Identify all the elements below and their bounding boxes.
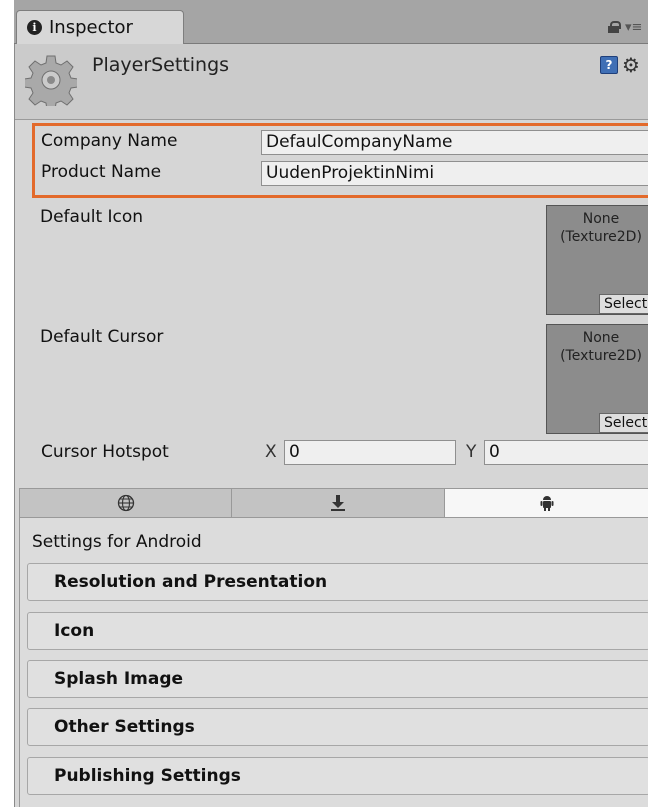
- platform-tabs: [19, 488, 648, 518]
- inspector-panel: PlayerSettings ? ⚙ Company Name DefaulCo…: [14, 44, 648, 807]
- default-icon-slot[interactable]: None (Texture2D) Select: [546, 205, 648, 315]
- android-icon: [540, 496, 553, 511]
- section-other-settings[interactable]: Other Settings: [27, 708, 648, 746]
- menu-icon[interactable]: ▾≡: [625, 21, 642, 34]
- tab-inspector[interactable]: i Inspector: [16, 10, 184, 44]
- product-name-field[interactable]: UudenProjektinNimi: [261, 161, 648, 186]
- default-cursor-slot-text: None (Texture2D): [560, 330, 642, 364]
- section-resolution-and-presentation[interactable]: Resolution and Presentation: [27, 563, 648, 601]
- inspector-window: i Inspector ▾≡ PlayerSettings ? ⚙ Compan…: [0, 0, 648, 807]
- tab-label: Inspector: [49, 17, 133, 38]
- default-icon-slot-text: None (Texture2D): [560, 211, 642, 245]
- help-icon[interactable]: ?: [600, 56, 618, 74]
- tab-tools: ▾≡: [608, 18, 648, 36]
- default-icon-label: Default Icon: [40, 207, 144, 227]
- info-icon: i: [27, 20, 42, 35]
- section-splash-image[interactable]: Splash Image: [27, 660, 648, 698]
- default-icon-select-button[interactable]: Select: [599, 294, 648, 314]
- section-publishing-settings[interactable]: Publishing Settings: [27, 757, 648, 795]
- settings-gear-icon[interactable]: ⚙: [622, 53, 640, 77]
- cursor-hotspot-label: Cursor Hotspot: [41, 442, 169, 462]
- company-name-label: Company Name: [41, 131, 178, 151]
- hotspot-x-field[interactable]: 0: [284, 440, 456, 465]
- hotspot-y-field[interactable]: 0: [484, 440, 648, 465]
- lock-icon[interactable]: [608, 21, 621, 33]
- hotspot-x-label: X: [265, 442, 277, 462]
- company-name-field[interactable]: DefaulCompanyName: [261, 130, 648, 155]
- platform-settings-content: Settings for Android Resolution and Pres…: [19, 518, 648, 807]
- tab-platform-android[interactable]: [445, 489, 648, 517]
- default-cursor-label: Default Cursor: [40, 327, 164, 347]
- tab-platform-standalone[interactable]: [232, 489, 445, 517]
- default-cursor-select-button[interactable]: Select: [599, 413, 648, 433]
- tab-bar: i Inspector ▾≡: [14, 0, 648, 44]
- tab-platform-web[interactable]: [20, 489, 232, 517]
- hotspot-y-label: Y: [466, 442, 477, 462]
- page-title: PlayerSettings: [92, 54, 230, 76]
- gear-icon: [25, 55, 77, 106]
- inspector-header: PlayerSettings ? ⚙: [15, 44, 648, 120]
- settings-for-label: Settings for Android: [32, 532, 202, 552]
- product-name-label: Product Name: [41, 162, 162, 182]
- default-cursor-slot[interactable]: None (Texture2D) Select: [546, 324, 648, 434]
- globe-icon: [117, 494, 134, 512]
- section-icon[interactable]: Icon: [27, 612, 648, 650]
- download-icon: [331, 495, 345, 511]
